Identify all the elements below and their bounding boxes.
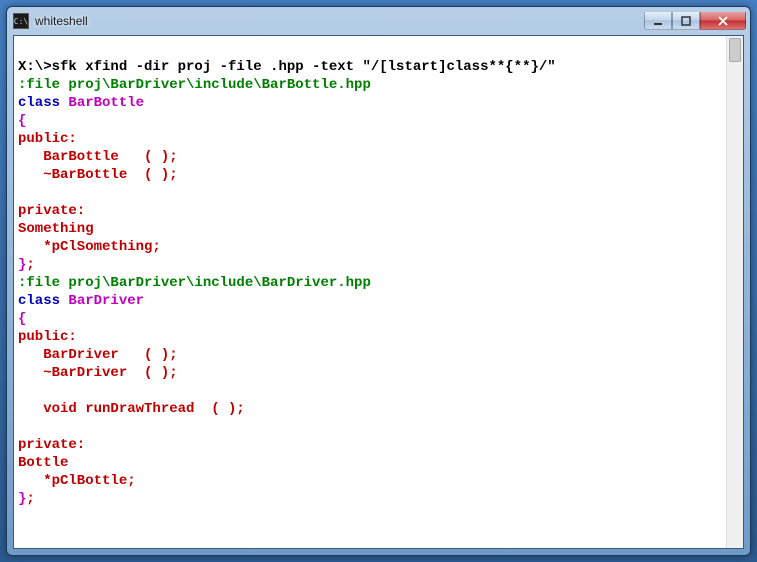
window-controls: [644, 12, 746, 30]
code-token: ;: [26, 257, 34, 273]
code-token: {: [18, 311, 26, 327]
code-token: BarDriver: [68, 293, 144, 309]
code-token: public:: [18, 329, 77, 345]
vertical-scrollbar[interactable]: [726, 36, 743, 548]
minimize-button[interactable]: [644, 12, 672, 30]
app-window: C:\ whiteshell X:\>sfk xfind -dir proj -…: [6, 6, 751, 556]
code-token: class: [18, 95, 68, 111]
code-token: Something: [18, 221, 94, 237]
code-token: *pClBottle;: [18, 473, 136, 489]
file-header: :file proj\BarDriver\include\BarDriver.h…: [18, 275, 371, 291]
code-token: BarBottle: [68, 95, 144, 111]
close-button[interactable]: [700, 12, 746, 30]
scrollbar-thumb[interactable]: [729, 38, 741, 62]
code-token: ;: [26, 491, 34, 507]
client-area: X:\>sfk xfind -dir proj -file .hpp -text…: [13, 35, 744, 549]
window-title: whiteshell: [35, 14, 644, 28]
code-token: public:: [18, 131, 77, 147]
code-token: {: [18, 113, 26, 129]
code-token: class: [18, 293, 68, 309]
prompt-line: X:\>sfk xfind -dir proj -file .hpp -text…: [18, 59, 556, 75]
titlebar[interactable]: C:\ whiteshell: [7, 7, 750, 35]
console-output[interactable]: X:\>sfk xfind -dir proj -file .hpp -text…: [14, 36, 726, 548]
code-token: void runDrawThread ( );: [18, 401, 245, 417]
app-icon: C:\: [13, 13, 29, 29]
code-token: BarDriver ( );: [18, 347, 178, 363]
code-token: private:: [18, 203, 85, 219]
maximize-button[interactable]: [672, 12, 700, 30]
code-token: ~BarBottle ( );: [18, 167, 178, 183]
code-token: ~BarDriver ( );: [18, 365, 178, 381]
code-token: Bottle: [18, 455, 68, 471]
code-token: *pClSomething;: [18, 239, 161, 255]
code-token: private:: [18, 437, 85, 453]
code-token: BarBottle ( );: [18, 149, 178, 165]
file-header: :file proj\BarDriver\include\BarBottle.h…: [18, 77, 371, 93]
